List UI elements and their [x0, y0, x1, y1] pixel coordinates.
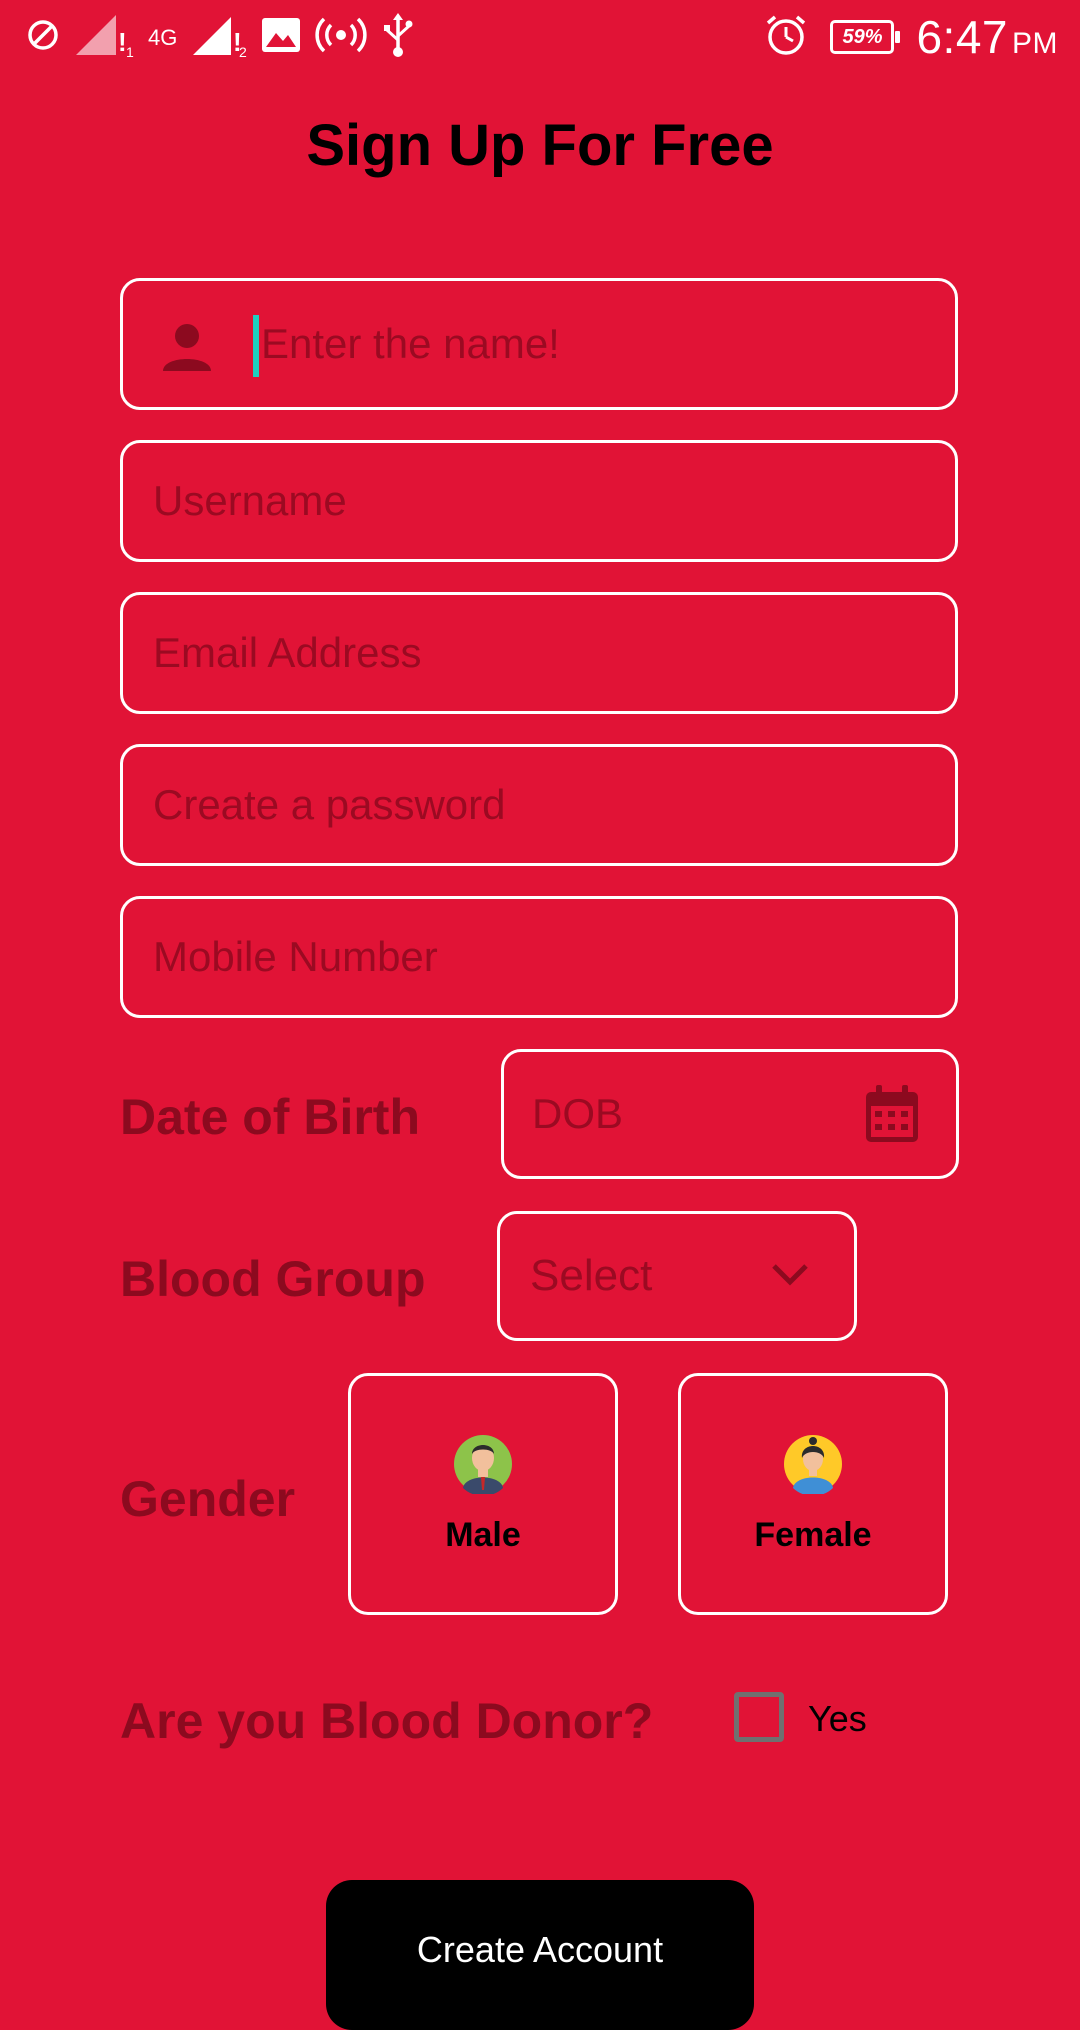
person-icon: [161, 321, 213, 378]
gender-female-option[interactable]: Female: [678, 1373, 948, 1615]
donor-label: Are you Blood Donor?: [120, 1693, 654, 1749]
password-input[interactable]: Create a password: [120, 744, 958, 866]
calendar-icon[interactable]: [864, 1084, 920, 1149]
page-title: Sign Up For Free: [306, 113, 774, 178]
name-placeholder: Enter the name!: [261, 320, 560, 367]
female-avatar-icon: [783, 1434, 843, 1499]
email-input[interactable]: Email Address: [120, 592, 958, 714]
dob-label: Date of Birth: [120, 1089, 420, 1145]
status-bar: ! 1 4G ! 2 59% 6:47 PM: [0, 0, 1080, 72]
dob-input[interactable]: DOB: [501, 1049, 959, 1179]
blood-group-placeholder: Select: [530, 1251, 653, 1300]
clock-ampm: PM: [1012, 27, 1058, 60]
email-placeholder: Email Address: [153, 629, 422, 676]
mobile-placeholder: Mobile Number: [153, 933, 438, 980]
battery-level: 59%: [842, 25, 883, 48]
battery-icon: 59%: [830, 20, 901, 54]
status-bar-right: 59% 6:47 PM: [764, 10, 1058, 64]
blood-group-label: Blood Group: [120, 1251, 426, 1307]
password-placeholder: Create a password: [153, 781, 506, 828]
status-bar-left: ! 1 4G ! 2: [26, 12, 415, 63]
text-cursor: [253, 315, 259, 377]
username-input[interactable]: Username: [120, 440, 958, 562]
name-input[interactable]: Enter the name!: [120, 278, 958, 410]
svg-text:2: 2: [239, 44, 247, 57]
username-placeholder: Username: [153, 477, 347, 524]
clock: 6:47 PM: [916, 10, 1058, 64]
svg-text:1: 1: [126, 44, 134, 57]
usb-icon: [381, 12, 415, 63]
signal-icon: ! 1: [74, 13, 134, 62]
male-avatar-icon: [453, 1434, 513, 1499]
dob-placeholder: DOB: [532, 1090, 624, 1137]
gender-male-label: Male: [445, 1516, 521, 1554]
donor-checkbox-label[interactable]: Yes: [808, 1698, 867, 1740]
mobile-input[interactable]: Mobile Number: [120, 896, 958, 1018]
create-account-button[interactable]: Create Account: [326, 1880, 754, 2030]
blood-group-select[interactable]: Select: [497, 1211, 857, 1341]
donor-checkbox[interactable]: [734, 1692, 784, 1742]
gender-male-option[interactable]: Male: [348, 1373, 618, 1615]
gender-label: Gender: [120, 1471, 296, 1527]
signal-icon-2: ! 2: [191, 13, 247, 62]
hotspot-icon: [315, 15, 368, 60]
chevron-down-icon: [770, 1262, 810, 1293]
image-icon: [261, 17, 301, 58]
alarm-icon: [764, 13, 808, 62]
do-not-disturb-icon: [26, 18, 60, 57]
clock-time: 6:47: [916, 11, 1008, 63]
network-type: 4G: [148, 24, 178, 50]
gender-female-label: Female: [754, 1516, 872, 1554]
